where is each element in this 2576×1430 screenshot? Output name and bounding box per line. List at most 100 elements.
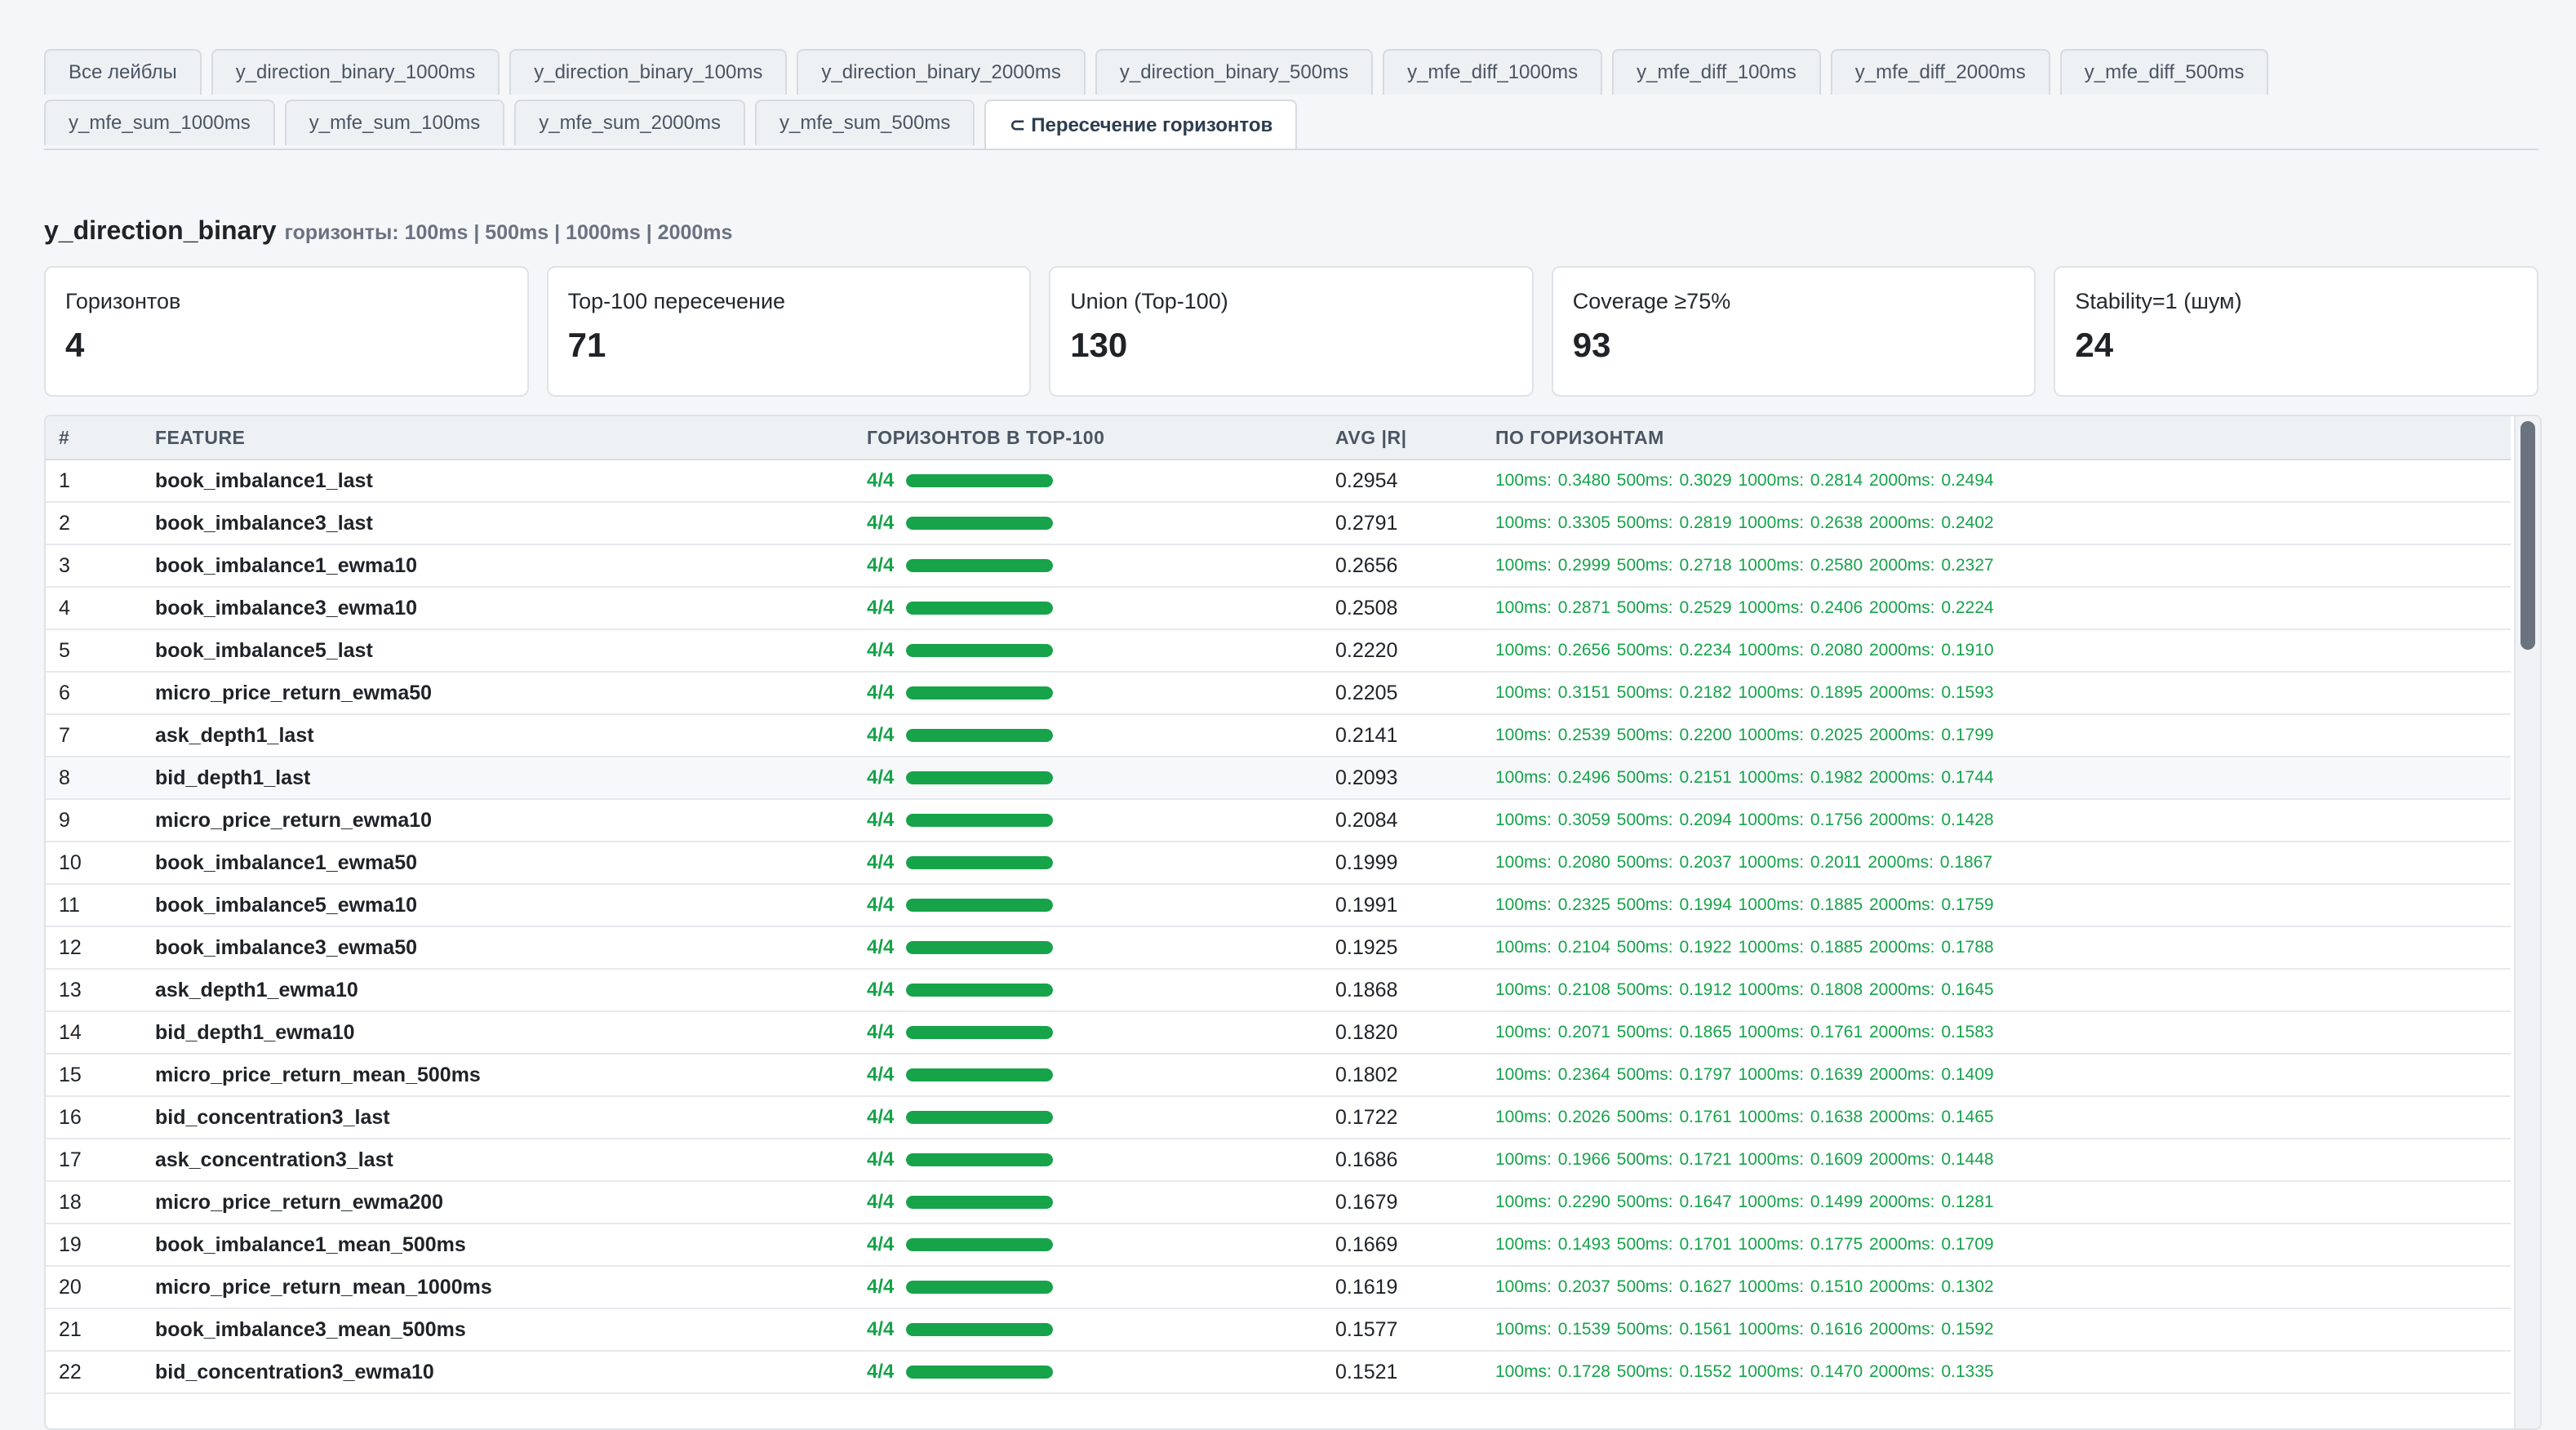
stat-label: Coverage ≥75% [1572,289,1731,313]
table-row[interactable]: 14 bid_depth1_ewma10 4/4 0.1820 100ms: 0.207… [46,1011,2511,1055]
table-row[interactable]: 21 book_imbalance3_mean_500ms 4/4 0.1577 100… [46,1308,2511,1352]
row-rank: 9 [46,799,142,842]
avg-r-value: 0.1991 [1322,884,1482,927]
horizon-coverage: 4/4 [854,1266,1322,1309]
table-row[interactable]: 1 book_imbalance1_last 4/4 0.2954 100ms: 0.3… [46,460,2511,503]
horizon-count: 4/4 [867,1318,895,1340]
avg-r-value: 0.2656 [1322,544,1482,588]
per-horizon-values: 100ms: 0.1966 500ms: 0.1721 1000ms: 0.16… [1482,1139,2511,1182]
table-row[interactable]: 12 book_imbalance3_ewma50 4/4 0.1925 100ms: … [46,926,2511,970]
per-horizon-values: 100ms: 0.3151 500ms: 0.2182 1000ms: 0.18… [1482,672,2511,715]
coverage-bar [906,517,1053,530]
table-row[interactable]: 20 micro_price_return_mean_1000ms 4/4 0.161… [46,1266,2511,1309]
horizon-coverage: 4/4 [854,714,1322,757]
table-row[interactable]: 17 ask_concentration3_last 4/4 0.1686 100ms:… [46,1139,2511,1182]
table-row[interactable]: 22 bid_concentration3_ewma10 4/4 0.1521 100m… [46,1351,2511,1394]
table-row[interactable]: 18 micro_price_return_ewma200 4/4 0.1679 100… [46,1181,2511,1224]
tab-y-mfe-sum-1000ms[interactable]: y_mfe_sum_1000ms [44,100,275,145]
tab-y-mfe-diff-1000ms[interactable]: y_mfe_diff_1000ms [1383,49,1603,95]
coverage-bar-fill [906,729,1053,742]
column-header-horizons-top100[interactable]: ГОРИЗОНТОВ В TOP-100 [854,416,1322,460]
horizon-count: 4/4 [867,936,895,958]
table-row[interactable]: 16 bid_concentration3_last 4/4 0.1722 100ms:… [46,1096,2511,1139]
table-row[interactable]: 5 book_imbalance5_last 4/4 0.2220 100ms: 0.2… [46,629,2511,673]
per-horizon-values: 100ms: 0.2080 500ms: 0.2037 1000ms: 0.20… [1482,842,2511,885]
tab-row-1: Все лейблы y_direction_binary_1000ms y_d… [44,49,2269,96]
horizon-coverage: 4/4 [854,1011,1322,1055]
avg-r-value: 0.2141 [1322,714,1482,757]
scroll-thumb[interactable] [2520,421,2535,650]
table-row[interactable]: 15 micro_price_return_mean_500ms 4/4 0.1802… [46,1054,2511,1097]
row-rank: 19 [46,1223,142,1267]
coverage-bar [906,1366,1053,1379]
row-rank: 20 [46,1266,142,1309]
coverage-bar [906,1068,1053,1081]
horizon-count: 4/4 [867,894,895,916]
table-row[interactable]: 13 ask_depth1_ewma10 4/4 0.1868 100ms: 0.210… [46,969,2511,1012]
tab-y-direction-binary-1000ms[interactable]: y_direction_binary_1000ms [211,49,500,95]
table-row[interactable]: 10 book_imbalance1_ewma50 4/4 0.1999 100ms: … [46,842,2511,885]
column-header-feature[interactable]: FEATURE [142,416,854,460]
per-horizon-values: 100ms: 0.2496 500ms: 0.2151 1000ms: 0.19… [1482,757,2511,800]
vertical-scrollbar[interactable] [2514,416,2540,1428]
feature-name: micro_price_return_ewma10 [142,799,854,842]
table-row[interactable]: 6 micro_price_return_ewma50 4/4 0.2205 100ms… [46,672,2511,715]
horizon-count: 4/4 [867,1276,895,1298]
feature-name: book_imbalance3_mean_500ms [142,1308,854,1352]
column-header-rank[interactable]: # [46,416,142,460]
stat-card-horizons: Горизонтов 4 [44,266,529,397]
coverage-bar [906,1026,1053,1039]
table-row[interactable]: 19 book_imbalance1_mean_500ms 4/4 0.1669 100… [46,1223,2511,1267]
horizons-list: горизонты: 100ms | 500ms | 1000ms | 2000… [284,221,733,244]
coverage-bar-fill [906,1111,1053,1124]
tab-y-direction-binary-2000ms[interactable]: y_direction_binary_2000ms [797,49,1086,95]
coverage-bar [906,984,1053,997]
tab-horizon-intersection[interactable]: ⊂ Пересечение горизонтов [984,100,1298,149]
coverage-bar-fill [906,941,1053,954]
avg-r-value: 0.1925 [1322,926,1482,970]
coverage-bar [906,1153,1053,1166]
row-rank: 6 [46,672,142,715]
horizon-count: 4/4 [867,724,895,746]
tab-y-mfe-sum-100ms[interactable]: y_mfe_sum_100ms [284,100,505,145]
tab-y-mfe-sum-500ms[interactable]: y_mfe_sum_500ms [755,100,975,145]
coverage-bar [906,729,1053,742]
stat-value: 4 [65,326,85,364]
coverage-bar-fill [906,559,1053,572]
row-rank: 11 [46,884,142,927]
feature-name: book_imbalance1_ewma10 [142,544,854,588]
table-row[interactable]: 8 bid_depth1_last 4/4 0.2093 100ms: 0.2496 5… [46,757,2511,800]
table-row[interactable]: 2 book_imbalance3_last 4/4 0.2791 100ms: 0.3… [46,502,2511,545]
avg-r-value: 0.1679 [1322,1181,1482,1224]
coverage-bar [906,559,1053,572]
coverage-bar-fill [906,899,1053,912]
tab-y-mfe-sum-2000ms[interactable]: y_mfe_sum_2000ms [514,100,745,145]
label-name: y_direction_binary [44,215,277,245]
table-row[interactable]: 9 micro_price_return_ewma10 4/4 0.2084 100ms… [46,799,2511,842]
coverage-bar [906,644,1053,657]
coverage-bar [906,941,1053,954]
tab-y-direction-binary-100ms[interactable]: y_direction_binary_100ms [509,49,788,95]
feature-name: book_imbalance1_last [142,460,854,503]
tab-y-mfe-diff-2000ms[interactable]: y_mfe_diff_2000ms [1830,49,2050,95]
horizon-count: 4/4 [867,1233,895,1255]
coverage-bar [906,899,1053,912]
table-row[interactable]: 4 book_imbalance3_ewma10 4/4 0.2508 100ms: 0… [46,587,2511,630]
features-table-container[interactable]: # FEATURE ГОРИЗОНТОВ В TOP-100 AVG |R| П… [44,415,2542,1430]
tab-all-labels[interactable]: Все лейблы [44,49,202,95]
tab-y-mfe-diff-100ms[interactable]: y_mfe_diff_100ms [1612,49,1821,95]
per-horizon-values: 100ms: 0.1539 500ms: 0.1561 1000ms: 0.16… [1482,1308,2511,1352]
column-header-per-horizon[interactable]: ПО ГОРИЗОНТАМ [1482,416,2511,460]
coverage-bar-fill [906,856,1053,869]
tab-y-direction-binary-500ms[interactable]: y_direction_binary_500ms [1095,49,1374,95]
table-row[interactable]: 11 book_imbalance5_ewma10 4/4 0.1991 100ms: … [46,884,2511,927]
row-rank: 5 [46,629,142,673]
stat-value: 71 [567,326,606,364]
row-rank: 12 [46,926,142,970]
tab-y-mfe-diff-500ms[interactable]: y_mfe_diff_500ms [2059,49,2269,95]
avg-r-value: 0.1577 [1322,1308,1482,1352]
stat-card-union: Union (Top-100) 130 [1049,266,1534,397]
table-row[interactable]: 7 ask_depth1_last 4/4 0.2141 100ms: 0.2539 5… [46,714,2511,757]
table-row[interactable]: 3 book_imbalance1_ewma10 4/4 0.2656 100ms: 0… [46,544,2511,588]
column-header-avg-r[interactable]: AVG |R| [1322,416,1482,460]
